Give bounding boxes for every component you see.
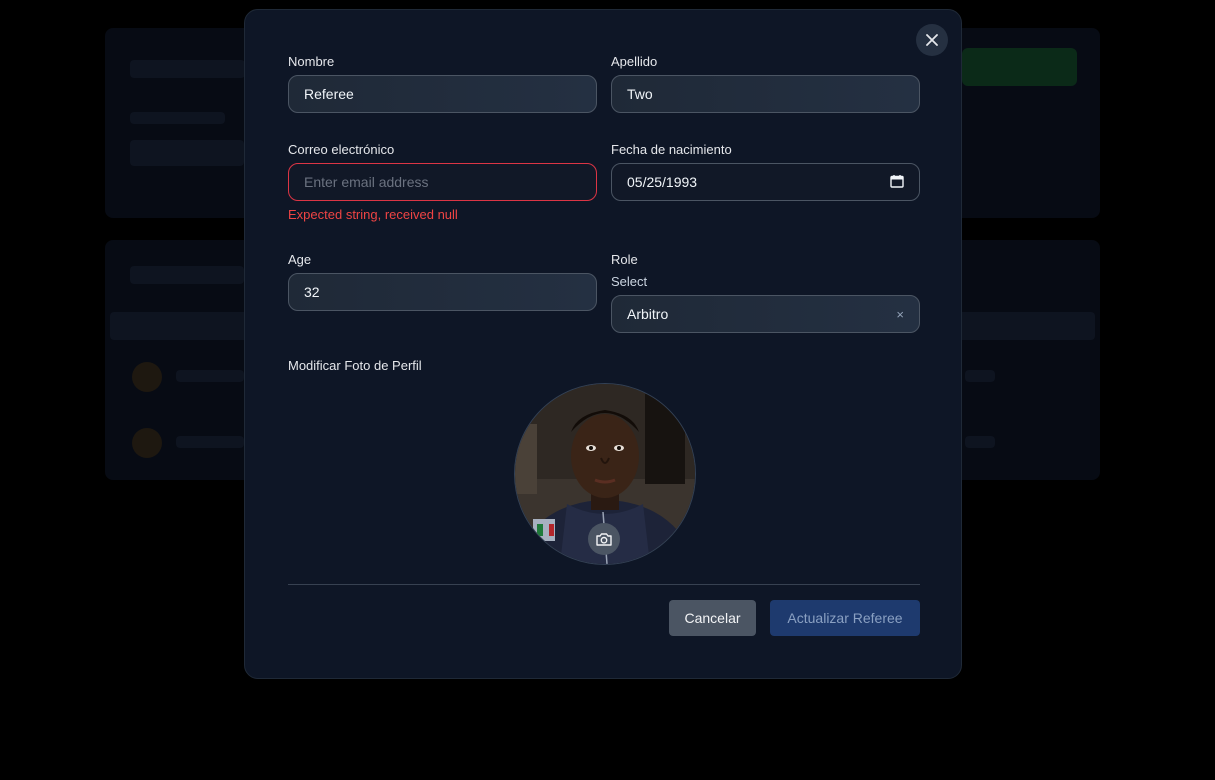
background-row-avatar: [132, 428, 162, 458]
birth-date-input[interactable]: 05/25/1993: [611, 163, 920, 201]
background-action-button: [962, 48, 1077, 86]
footer-divider: [288, 584, 920, 585]
close-icon: [926, 34, 938, 46]
background-row-avatar: [132, 362, 162, 392]
background-row-text-right: [965, 436, 995, 448]
edit-referee-modal: Nombre Referee Apellido Two Correo elect…: [244, 9, 962, 679]
background-heading: [130, 60, 245, 78]
update-referee-button[interactable]: Actualizar Referee: [770, 600, 920, 636]
cancel-button[interactable]: Cancelar: [669, 600, 756, 636]
role-select-hint: Select: [611, 274, 648, 289]
background-row-text: [176, 370, 244, 382]
email-input[interactable]: Enter email address: [288, 163, 597, 201]
role-label: Role: [611, 252, 638, 267]
last-name-label: Apellido: [611, 54, 658, 69]
background-label: [130, 112, 225, 124]
birth-date-label: Fecha de nacimiento: [611, 142, 732, 157]
first-name-input[interactable]: Referee: [288, 75, 597, 113]
age-label: Age: [288, 252, 312, 267]
age-input[interactable]: 32: [288, 273, 597, 311]
calendar-icon[interactable]: [890, 174, 904, 191]
age-field: Age 32: [288, 251, 597, 311]
background-row-text-right: [965, 370, 995, 382]
role-clear-icon[interactable]: ×: [896, 307, 904, 322]
role-selected-value: Arbitro: [627, 306, 669, 322]
email-label: Correo electrónico: [288, 142, 395, 157]
email-field: Correo electrónico Enter email address E…: [288, 141, 597, 222]
background-input: [130, 140, 244, 166]
role-select[interactable]: Arbitro ×: [611, 295, 920, 333]
camera-icon: [596, 533, 612, 546]
background-row-text: [176, 436, 244, 448]
role-field: Role Select Arbitro ×: [611, 251, 920, 333]
birth-date-value: 05/25/1993: [627, 174, 698, 190]
first-name-label: Nombre: [288, 54, 335, 69]
background-heading-2: [130, 266, 244, 284]
email-error-message: Expected string, received null: [288, 207, 458, 222]
last-name-field: Apellido Two: [611, 53, 920, 113]
first-name-field: Nombre Referee: [288, 53, 597, 113]
profile-photo-label: Modificar Foto de Perfil: [288, 358, 422, 373]
change-photo-button[interactable]: [588, 523, 620, 555]
close-button[interactable]: [916, 24, 948, 56]
last-name-input[interactable]: Two: [611, 75, 920, 113]
birth-date-field: Fecha de nacimiento 05/25/1993: [611, 141, 920, 201]
